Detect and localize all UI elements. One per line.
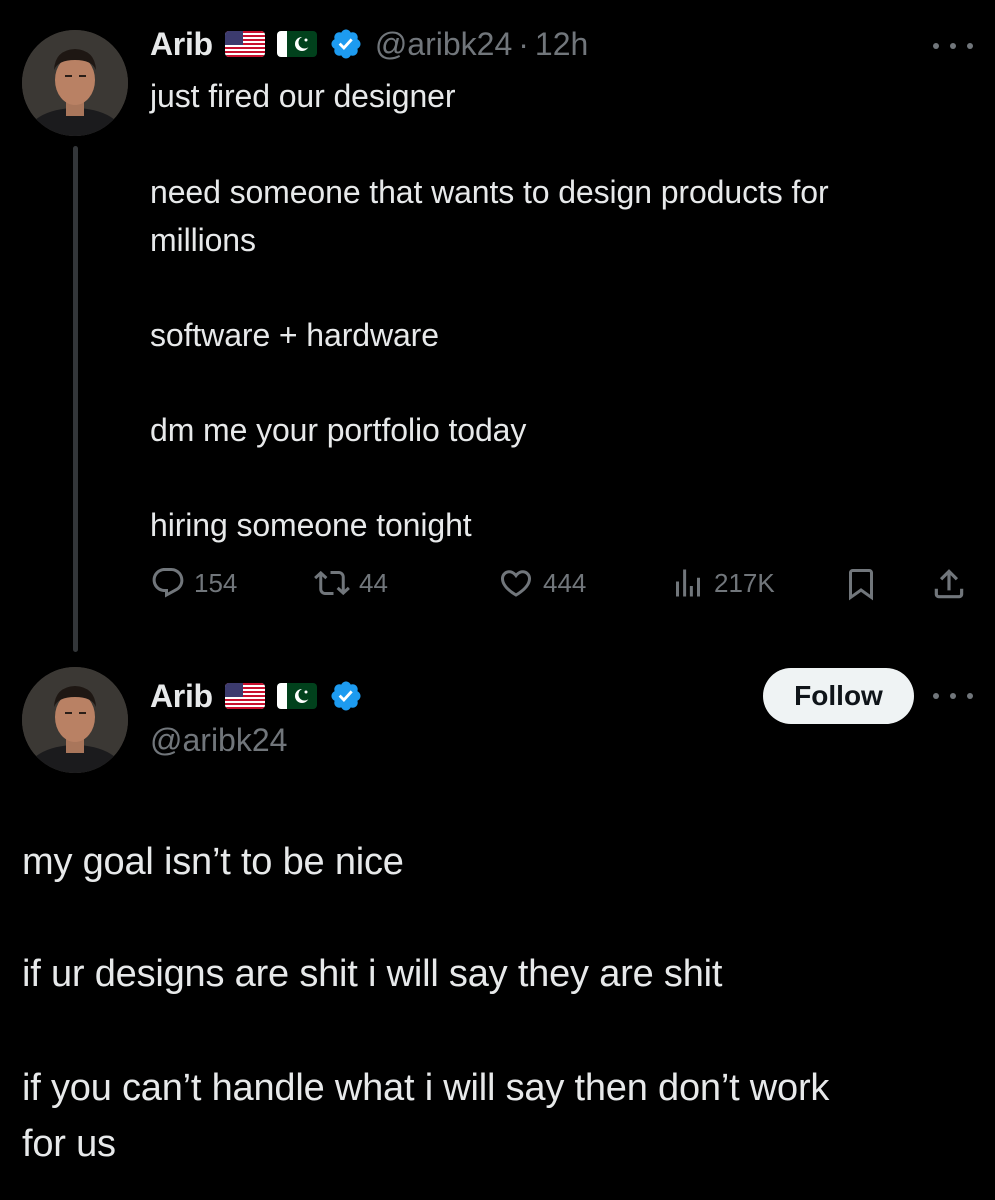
repost-icon — [314, 570, 350, 596]
reply-icon — [152, 568, 184, 598]
avatar[interactable] — [22, 30, 128, 136]
tweet-line: for us — [22, 1123, 116, 1165]
views-icon — [676, 569, 700, 597]
reply-count: 154 — [194, 567, 238, 598]
tweet-line: if you can’t handle what i will say then… — [22, 1067, 830, 1109]
tweet-line: need someone that wants to design produc… — [150, 174, 829, 210]
bookmark-button[interactable] — [843, 565, 879, 603]
author-name[interactable]: Arib — [150, 26, 213, 63]
timestamp[interactable]: 12h — [535, 26, 588, 63]
bookmark-icon — [849, 569, 873, 601]
views-button[interactable]: 217K — [670, 565, 775, 601]
repost-count: 44 — [359, 567, 388, 598]
pk-flag-icon — [276, 683, 317, 709]
repost-button[interactable]: 44 — [313, 565, 388, 601]
verified-badge-icon — [329, 679, 363, 713]
views-count: 217K — [714, 567, 775, 598]
tweet-line: my goal isn’t to be nice — [22, 841, 404, 883]
author-handle[interactable]: @aribk24 — [150, 722, 287, 759]
like-count: 444 — [543, 567, 587, 598]
more-icon[interactable] — [933, 686, 973, 706]
reply-button[interactable]: 154 — [150, 565, 237, 601]
tweet-line: just fired our designer — [150, 78, 456, 114]
us-flag-icon — [224, 683, 265, 709]
tweet-line: dm me your portfolio today — [150, 412, 527, 448]
tweet-line: software + hardware — [150, 317, 439, 353]
heart-icon — [500, 570, 532, 597]
author-handle[interactable]: @aribk24 — [375, 26, 512, 63]
tweet-line: if ur designs are shit i will say they a… — [22, 953, 723, 995]
tweet-line: hiring someone tonight — [150, 507, 472, 543]
separator-dot: · — [518, 25, 529, 62]
share-icon — [934, 569, 964, 599]
author-name[interactable]: Arib — [150, 678, 213, 715]
us-flag-icon — [224, 31, 265, 57]
avatar[interactable] — [22, 667, 128, 773]
more-icon[interactable] — [933, 36, 973, 56]
thread-line — [73, 146, 78, 652]
follow-button[interactable]: Follow — [763, 668, 914, 724]
tweet-header: Arib @aribk24 · 12h — [150, 22, 588, 66]
share-button[interactable] — [930, 565, 968, 603]
profile-header: Arib — [150, 674, 363, 718]
verified-badge-icon — [329, 27, 363, 61]
like-button[interactable]: 444 — [497, 565, 586, 601]
pk-flag-icon — [276, 31, 317, 57]
tweet-line: millions — [150, 222, 256, 258]
